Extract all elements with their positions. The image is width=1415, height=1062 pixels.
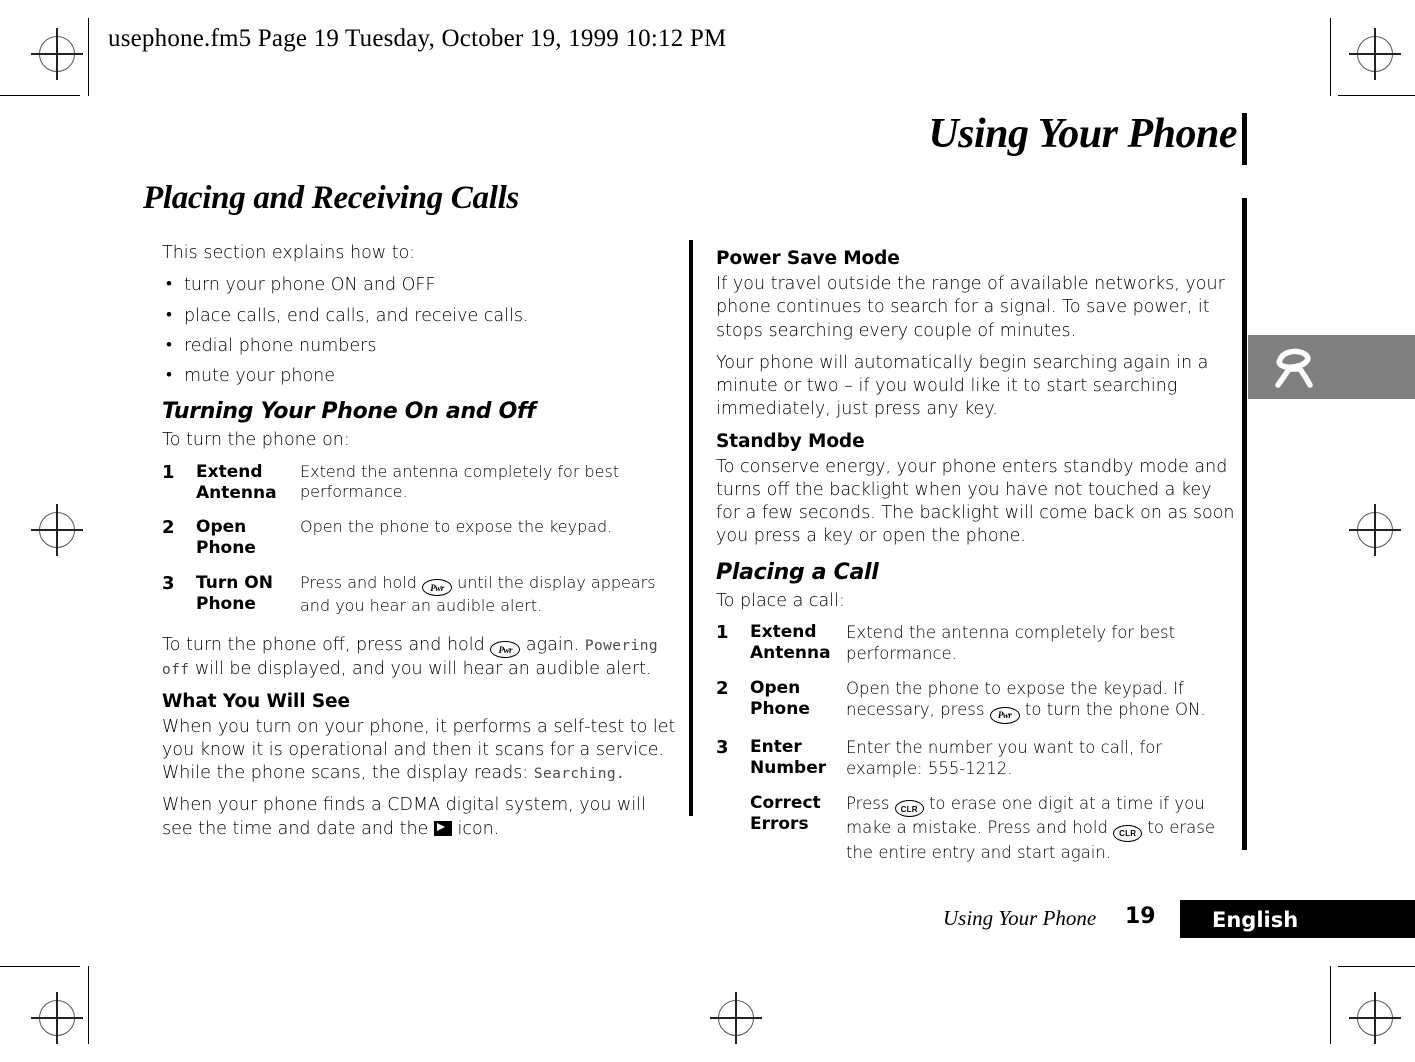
step-desc-before: Press: [846, 793, 890, 813]
step-description: Enter the number you want to call, for e…: [846, 737, 1163, 779]
step-desc-after: to turn the phone ON.: [1024, 700, 1206, 720]
registration-mark-mid-right: [1349, 504, 1401, 556]
footer-language-label: English: [1212, 908, 1299, 932]
step-number: 2: [716, 677, 729, 699]
turn-off-after: will be displayed, and you will hear an …: [194, 659, 652, 680]
turn-on-steps-table: 1 Extend Antenna Extend the antenna comp…: [162, 462, 676, 630]
intro-text: This section explains how to:: [162, 243, 416, 263]
step-description: Press CLR to erase one digit at a time i…: [846, 793, 1240, 876]
registration-mark-top-right: [1349, 28, 1401, 80]
trim-mark-bottom-left-v: [88, 966, 90, 1044]
step-description: Extend the antenna completely for best p…: [300, 461, 620, 502]
list-item: redial phone numbers: [162, 334, 676, 358]
lead-place-call: To place a call:: [716, 590, 845, 611]
heading-what-you-will-see: What You Will See: [162, 690, 350, 712]
step-label: Enter Number: [750, 736, 827, 778]
print-running-head: usephone.fm5 Page 19 Tuesday, October 19…: [108, 25, 727, 52]
cdma-paragraph: When your phone finds a CDMA digital sys…: [162, 794, 676, 841]
step-label: Correct Errors: [750, 792, 821, 834]
section-title: Placing and Receiving Calls: [143, 180, 519, 216]
chapter-side-tab: [1248, 335, 1415, 399]
table-row: 1 Extend Antenna Extend the antenna comp…: [162, 462, 676, 518]
list-item: place calls, end calls, and receive call…: [162, 304, 676, 328]
footer-page-number: 19: [1125, 904, 1156, 929]
step-label: Extend Antenna: [196, 461, 277, 503]
step-number: 1: [716, 621, 729, 643]
trim-mark-top-right-h: [1338, 95, 1415, 97]
step-description: Open the phone to expose the keypad.: [300, 517, 613, 537]
heading-power-save-mode: Power Save Mode: [716, 248, 900, 269]
step-number: 1: [162, 461, 175, 483]
display-text-searching: Searching.: [533, 766, 626, 783]
registration-mark-bottom-left: [31, 992, 83, 1044]
table-row: 3 Enter Number Enter the number you want…: [716, 737, 1240, 793]
power-save-paragraph-1: If you travel outside the range of avail…: [716, 274, 1225, 341]
registration-mark-bottom-right: [1349, 992, 1401, 1044]
registration-mark-mid-left: [31, 504, 83, 556]
table-row: 2 Open Phone Open the phone to expose th…: [716, 678, 1240, 737]
trim-mark-top-right-v: [1330, 18, 1332, 96]
power-key-icon: Pwr: [989, 706, 1020, 724]
heading-placing-a-call: Placing a Call: [716, 559, 879, 585]
trim-mark-bottom-right-v: [1330, 966, 1332, 1044]
standby-paragraph: To conserve energy, your phone enters st…: [716, 456, 1235, 547]
title-rule: [1242, 113, 1247, 165]
step-description: Open the phone to expose the keypad. If …: [846, 678, 1240, 737]
place-call-steps-table: 1 Extend Antenna Extend the antenna comp…: [716, 622, 1240, 876]
lead-turn-on: To turn the phone on:: [162, 430, 350, 451]
footer-chapter-title: Using Your Phone: [943, 906, 1097, 930]
clear-key-icon: CLR: [1113, 824, 1143, 842]
trim-mark-top-left-h: [0, 95, 80, 97]
power-key-icon: Pwr: [422, 579, 453, 597]
right-column: Power Save Mode If you travel outside th…: [716, 242, 1240, 880]
step-number: 2: [162, 517, 175, 539]
table-row: 2 Open Phone Open the phone to expose th…: [162, 517, 676, 573]
step-description: Press and hold Pwr until the display app…: [300, 573, 676, 630]
cdma-digital-icon: [433, 820, 452, 836]
column-divider: [689, 240, 693, 816]
clear-key-icon: CLR: [894, 800, 924, 818]
turn-off-middle: again.: [525, 634, 580, 655]
turn-off-before: To turn the phone off, press and hold: [162, 634, 485, 655]
step-label: Turn ON Phone: [196, 572, 273, 614]
step-label: Extend Antenna: [750, 621, 831, 664]
heading-turning-phone-on-off: Turning Your Phone On and Off: [162, 399, 536, 425]
self-test-paragraph: When you turn on your phone, it performs…: [162, 716, 676, 786]
table-row: 3 Turn ON Phone Press and hold Pwr until…: [162, 573, 676, 630]
heading-standby-mode: Standby Mode: [716, 430, 865, 452]
power-save-paragraph-2: Your phone will automatically begin sear…: [716, 352, 1209, 420]
step-number: 3: [716, 736, 729, 758]
step-desc-before: Press and hold: [300, 572, 417, 592]
step-label: Open Phone: [750, 677, 810, 720]
power-key-icon: Pwr: [490, 641, 521, 659]
phone-handset-icon: [1275, 348, 1313, 388]
step-description: Extend the antenna completely for best p…: [846, 622, 1176, 664]
step-number: [716, 793, 750, 876]
list-item: turn your phone ON and OFF: [162, 273, 676, 297]
cdma-text-after: icon.: [457, 818, 500, 839]
trim-mark-bottom-left-h: [0, 966, 80, 968]
cdma-text-before: When your phone finds a CDMA digital sys…: [162, 795, 646, 839]
feature-bullet-list: turn your phone ON and OFF place calls, …: [162, 273, 676, 388]
footer-language-bar: English: [1180, 900, 1415, 938]
list-item: mute your phone: [162, 364, 676, 388]
right-margin-rule: [1242, 198, 1247, 850]
step-number: 3: [162, 572, 175, 594]
trim-mark-top-left-v: [88, 18, 90, 96]
trim-mark-bottom-right-h: [1338, 966, 1415, 968]
page-title: Using Your Phone: [928, 111, 1237, 157]
turn-off-paragraph: To turn the phone off, press and hold Pw…: [162, 634, 676, 682]
table-row: 1 Extend Antenna Extend the antenna comp…: [716, 622, 1240, 678]
registration-mark-top-left: [31, 28, 83, 80]
registration-mark-bottom-center: [710, 992, 762, 1044]
left-column: This section explains how to: turn your …: [162, 242, 676, 850]
table-row: Correct Errors Press CLR to erase one di…: [716, 793, 1240, 876]
step-label: Open Phone: [196, 517, 256, 559]
